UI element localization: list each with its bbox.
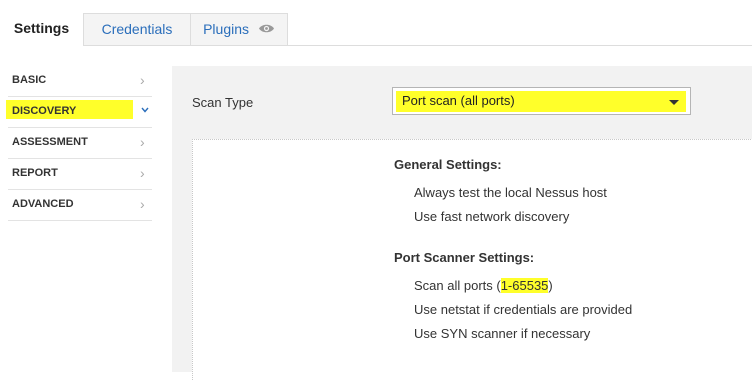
tab-settings-label: Settings: [13, 20, 70, 36]
sidebar-item-label: REPORT: [12, 167, 58, 179]
scan-type-details: General Settings: Always test the local …: [192, 139, 752, 380]
port-option-text: Scan all ports (: [414, 278, 501, 293]
sidebar-item-label: BASIC: [12, 74, 47, 86]
general-option: Use fast network discovery: [414, 209, 570, 224]
port-option-text: ): [548, 278, 553, 293]
caret-down-icon: [669, 100, 679, 105]
chevron-right-icon: ›: [140, 196, 145, 212]
chevron-right-icon: ›: [140, 165, 145, 181]
sidebar-item-report[interactable]: REPORT ›: [0, 159, 152, 190]
sidebar-item-label: ASSESSMENT: [12, 136, 88, 148]
eye-icon[interactable]: [258, 14, 275, 45]
settings-main-panel: Scan Type Port scan (all ports) General …: [172, 66, 752, 380]
tab-bar-divider: [0, 45, 752, 46]
tab-plugins-label: Plugins: [203, 21, 250, 37]
tab-credentials[interactable]: Credentials: [84, 13, 191, 45]
sidebar-divider: [8, 220, 152, 221]
tab-bar: Settings Credentials Plugins: [0, 0, 752, 46]
scan-type-value: Port scan (all ports): [402, 93, 515, 108]
sidebar-item-label: ADVANCED: [12, 198, 74, 210]
sidebar-item-label: DISCOVERY: [12, 105, 77, 117]
chevron-down-icon: [141, 104, 149, 116]
general-settings-title: General Settings:: [394, 157, 502, 172]
port-scanner-option: Use netstat if credentials are provided: [414, 302, 633, 317]
tab-settings[interactable]: Settings: [0, 13, 84, 46]
port-range-highlight: 1-65535: [500, 278, 549, 293]
chevron-right-icon: ›: [140, 134, 145, 150]
sidebar-item-assessment[interactable]: ASSESSMENT ›: [0, 128, 152, 159]
sidebar-item-basic[interactable]: BASIC ›: [0, 66, 152, 97]
sidebar-item-advanced[interactable]: ADVANCED ›: [0, 190, 152, 221]
general-option: Always test the local Nessus host: [414, 185, 607, 200]
port-scanner-option: Scan all ports (1-65535): [414, 278, 553, 293]
tab-credentials-label: Credentials: [101, 21, 173, 37]
chevron-right-icon: ›: [140, 72, 145, 88]
sidebar-item-discovery[interactable]: DISCOVERY: [0, 97, 152, 128]
scan-type-label: Scan Type: [192, 95, 254, 110]
scan-type-select[interactable]: Port scan (all ports): [392, 87, 691, 115]
tab-plugins[interactable]: Plugins: [191, 13, 288, 45]
port-scanner-option: Use SYN scanner if necessary: [414, 326, 591, 341]
port-scanner-settings-title: Port Scanner Settings:: [394, 250, 535, 265]
